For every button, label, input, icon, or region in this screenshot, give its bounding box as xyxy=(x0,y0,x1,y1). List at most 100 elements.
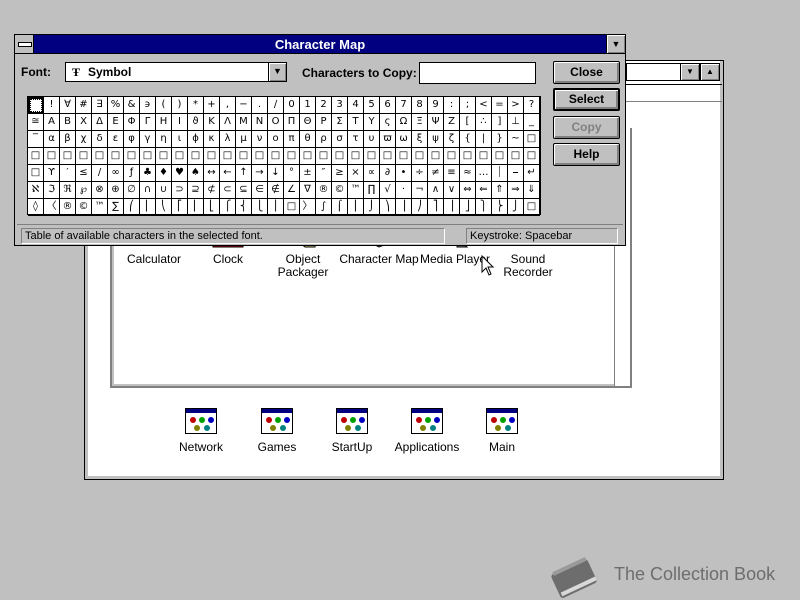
character-cell[interactable]: ≥ xyxy=(332,165,348,182)
character-cell[interactable]: η xyxy=(156,131,172,148)
character-cell[interactable]: Ξ xyxy=(412,114,428,131)
character-cell[interactable]: ↑ xyxy=(236,165,252,182)
character-cell[interactable]: ⎨ xyxy=(236,199,252,216)
character-cell[interactable]: Κ xyxy=(204,114,220,131)
character-cell[interactable]: □ xyxy=(28,165,44,182)
character-cell[interactable]: ( xyxy=(156,97,172,114)
character-cell[interactable]: ≠ xyxy=(428,165,444,182)
character-cell[interactable]: 9 xyxy=(428,97,444,114)
close-button[interactable]: Close xyxy=(553,61,620,84)
character-cell[interactable]: # xyxy=(76,97,92,114)
character-cell[interactable]: ℘ xyxy=(76,182,92,199)
character-cell[interactable]: + xyxy=(204,97,220,114)
character-cell[interactable]: μ xyxy=(236,131,252,148)
character-cell[interactable]: ⊥ xyxy=(508,114,524,131)
character-cell[interactable]: Μ xyxy=(236,114,252,131)
character-cell[interactable]: □ xyxy=(220,148,236,165)
character-cell[interactable]: ⊇ xyxy=(188,182,204,199)
character-cell[interactable]: Ε xyxy=(108,114,124,131)
character-cell[interactable]: ⎯ xyxy=(508,165,524,182)
character-cell[interactable]: ♦ xyxy=(156,165,172,182)
character-cell[interactable]: ∴ xyxy=(476,114,492,131)
character-cell[interactable]: φ xyxy=(124,131,140,148)
character-cell[interactable]: . xyxy=(252,97,268,114)
character-cell[interactable]: ~ xyxy=(508,131,524,148)
character-cell[interactable]: = xyxy=(492,97,508,114)
character-cell[interactable]: ♣ xyxy=(140,165,156,182)
character-cell[interactable]: ϕ xyxy=(188,131,204,148)
character-cell[interactable]: □ xyxy=(460,148,476,165)
character-cell[interactable]: 2 xyxy=(316,97,332,114)
character-cell[interactable]: ⊗ xyxy=(92,182,108,199)
group-main[interactable]: Main xyxy=(457,408,547,454)
character-cell[interactable]: ◊ xyxy=(28,199,44,216)
character-cell[interactable]: ± xyxy=(300,165,316,182)
character-cell[interactable]: ⇑ xyxy=(492,182,508,199)
character-cell[interactable]: → xyxy=(252,165,268,182)
character-cell[interactable]: _ xyxy=(524,114,540,131)
character-cell[interactable]: □ xyxy=(524,199,540,216)
character-cell[interactable]: ⇐ xyxy=(476,182,492,199)
character-cell[interactable]: λ xyxy=(220,131,236,148)
title-bar[interactable]: Character Map ▼ xyxy=(15,35,625,54)
character-cell[interactable]: □ xyxy=(524,131,540,148)
scroll-up-button[interactable]: ▲ xyxy=(700,63,720,81)
character-cell[interactable]: □ xyxy=(332,148,348,165)
character-cell[interactable]: ρ xyxy=(316,131,332,148)
character-cell[interactable]: ω xyxy=(396,131,412,148)
character-cell[interactable]: □ xyxy=(188,148,204,165)
character-cell[interactable]: ∑ xyxy=(108,199,124,216)
character-cell[interactable]: ⎦ xyxy=(460,199,476,216)
character-cell[interactable]: ≈ xyxy=(460,165,476,182)
program-manager-dropdown-button[interactable]: ▼ xyxy=(680,63,700,81)
character-cell[interactable]: □ xyxy=(300,148,316,165)
character-cell[interactable]: ⌠ xyxy=(332,199,348,216)
character-cell[interactable]: □ xyxy=(492,148,508,165)
character-cell[interactable]: □ xyxy=(28,148,44,165)
character-cell[interactable]: * xyxy=(188,97,204,114)
character-cell[interactable]: □ xyxy=(412,148,428,165)
character-cell[interactable]: ⎡ xyxy=(172,199,188,216)
character-cell[interactable]: π xyxy=(284,131,300,148)
character-cell[interactable]: ℜ xyxy=(60,182,76,199)
character-cell[interactable]: − xyxy=(236,97,252,114)
character-cell[interactable]: © xyxy=(76,199,92,216)
character-cell[interactable]: 4 xyxy=(348,97,364,114)
character-cell[interactable]: ⊕ xyxy=(108,182,124,199)
character-cell[interactable]: ℑ xyxy=(44,182,60,199)
character-cell[interactable]: ′ xyxy=(60,165,76,182)
character-cell[interactable]: ≡ xyxy=(444,165,460,182)
character-cell[interactable]: ζ xyxy=(444,131,460,148)
character-cell[interactable]: □ xyxy=(348,148,364,165)
character-cell[interactable]: ⎩ xyxy=(252,199,268,216)
character-cell[interactable]: □ xyxy=(268,148,284,165)
character-cell[interactable]: ° xyxy=(284,165,300,182)
character-cell[interactable]: □ xyxy=(476,148,492,165)
character-cell[interactable]: □ xyxy=(364,148,380,165)
character-cell[interactable]: □ xyxy=(396,148,412,165)
character-cell[interactable]: ⊂ xyxy=(220,182,236,199)
character-cell[interactable]: ¬ xyxy=(412,182,428,199)
character-cell[interactable]: Π xyxy=(284,114,300,131)
character-cell[interactable]: × xyxy=(348,165,364,182)
character-cell[interactable]: ℵ xyxy=(28,182,44,199)
character-cell[interactable]: ⎞ xyxy=(380,199,396,216)
character-cell[interactable]: ‾ xyxy=(28,131,44,148)
character-cell[interactable]: Η xyxy=(156,114,172,131)
character-cell[interactable]: Ψ xyxy=(428,114,444,131)
character-cell[interactable]: 5 xyxy=(364,97,380,114)
character-cell[interactable]: ∧ xyxy=(428,182,444,199)
character-cell[interactable]: ⎢ xyxy=(188,199,204,216)
character-cell[interactable]: ≤ xyxy=(76,165,92,182)
character-cell[interactable]: 〉 xyxy=(300,199,316,216)
character-cell[interactable]: τ xyxy=(348,131,364,148)
dropdown-arrow-icon[interactable]: ▼ xyxy=(268,63,286,81)
character-cell[interactable]: ψ xyxy=(428,131,444,148)
character-cell[interactable]: □ xyxy=(316,148,332,165)
character-cell[interactable]: Δ xyxy=(92,114,108,131)
character-cell[interactable]: ∞ xyxy=(108,165,124,182)
select-button[interactable]: Select xyxy=(553,88,620,111)
character-cell[interactable]: ⊃ xyxy=(172,182,188,199)
character-cell[interactable]: □ xyxy=(44,148,60,165)
character-cell[interactable]: ι xyxy=(172,131,188,148)
